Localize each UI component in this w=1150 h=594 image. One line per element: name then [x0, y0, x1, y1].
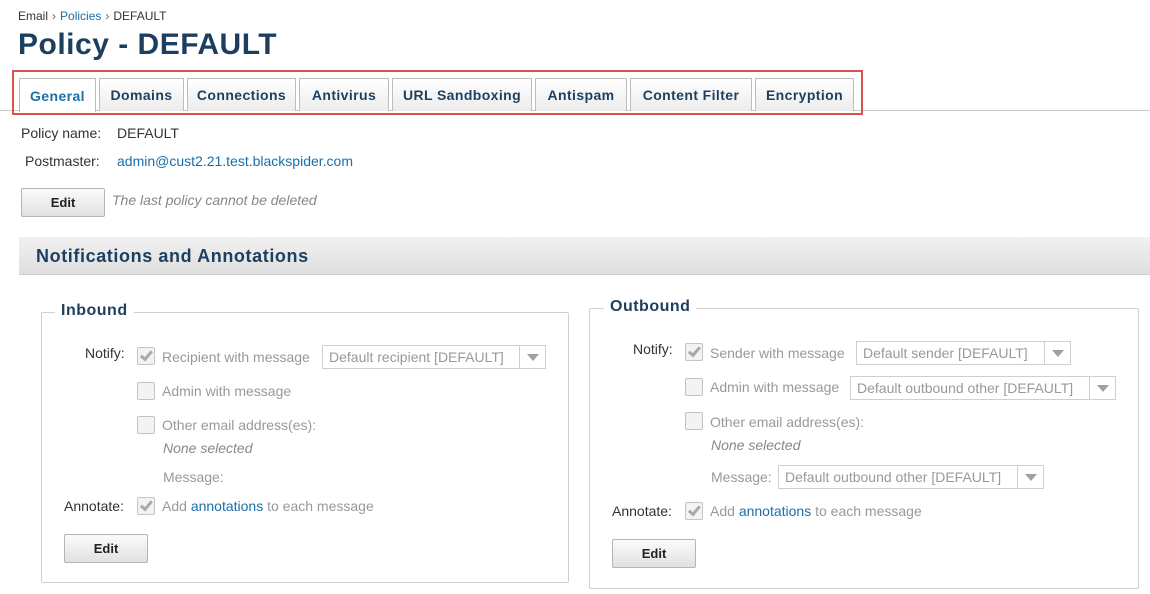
chevron-down-icon[interactable]: [519, 346, 545, 368]
outbound-edit-button[interactable]: Edit: [612, 539, 696, 568]
inbound-admin-checkbox[interactable]: [137, 382, 155, 400]
outbound-sender-select-value: Default sender [DEFAULT]: [863, 345, 1028, 361]
page-title: Policy - DEFAULT: [18, 28, 278, 61]
outbound-admin-select-value: Default outbound other [DEFAULT]: [857, 380, 1074, 396]
postmaster-link[interactable]: admin@cust2.21.test.blackspider.com: [117, 153, 353, 169]
outbound-annotate-text: Add annotations to each message: [710, 503, 922, 519]
chevron-down-icon[interactable]: [1017, 466, 1043, 488]
postmaster-label: Postmaster:: [25, 153, 100, 169]
outbound-admin-select[interactable]: Default outbound other [DEFAULT]: [850, 376, 1116, 400]
outbound-sender-label: Sender with message: [710, 345, 845, 361]
edit-policy-button[interactable]: Edit: [21, 188, 105, 217]
outbound-other-checkbox[interactable]: [685, 412, 703, 430]
tab-connections[interactable]: Connections: [187, 78, 296, 111]
outbound-message-label: Message:: [711, 469, 772, 485]
check-icon: [687, 502, 701, 517]
breadcrumb-separator: ›: [105, 9, 110, 23]
outbound-message-select[interactable]: Default outbound other [DEFAULT]: [778, 465, 1044, 489]
chevron-down-icon[interactable]: [1089, 377, 1115, 399]
delete-note: The last policy cannot be deleted: [112, 192, 317, 208]
inbound-annotate-text: Add annotations to each message: [162, 498, 374, 514]
outbound-other-label: Other email address(es):: [710, 414, 865, 430]
check-icon: [139, 497, 153, 512]
outbound-admin-checkbox[interactable]: [685, 378, 703, 396]
inbound-edit-button[interactable]: Edit: [64, 534, 148, 563]
breadcrumb-current: DEFAULT: [113, 9, 167, 23]
inbound-annotate-label: Annotate:: [64, 498, 124, 514]
outbound-annotate-checkbox[interactable]: [685, 502, 703, 520]
outbound-annotate-suffix: to each message: [815, 503, 922, 519]
outbound-annotations-link[interactable]: annotations: [739, 503, 811, 519]
breadcrumb-policies-link[interactable]: Policies: [60, 9, 101, 23]
inbound-annotate-checkbox[interactable]: [137, 497, 155, 515]
inbound-message-label: Message:: [163, 469, 224, 485]
inbound-admin-label: Admin with message: [162, 383, 292, 399]
outbound-admin-label: Admin with message: [710, 379, 840, 395]
inbound-recipient-select[interactable]: Default recipient [DEFAULT]: [322, 345, 546, 369]
tab-content-filter[interactable]: Content Filter: [630, 78, 752, 111]
outbound-legend: Outbound: [604, 298, 697, 316]
policy-name-label: Policy name:: [21, 125, 102, 141]
outbound-message-select-value: Default outbound other [DEFAULT]: [785, 469, 1002, 485]
policy-name-value: DEFAULT: [117, 125, 179, 141]
inbound-other-label: Other email address(es):: [162, 417, 317, 433]
outbound-annotate-label: Annotate:: [612, 503, 672, 519]
inbound-legend: Inbound: [55, 302, 134, 320]
tab-url-sandboxing[interactable]: URL Sandboxing: [392, 78, 532, 111]
section-title: Notifications and Annotations: [36, 246, 309, 266]
outbound-sender-select[interactable]: Default sender [DEFAULT]: [856, 341, 1071, 365]
outbound-annotate-prefix: Add: [710, 503, 735, 519]
breadcrumb-separator: ›: [52, 9, 57, 23]
check-icon: [687, 343, 701, 358]
breadcrumb-email: Email: [18, 9, 49, 23]
check-icon: [139, 347, 153, 362]
chevron-down-icon[interactable]: [1044, 342, 1070, 364]
inbound-recipient-label: Recipient with message: [162, 349, 310, 365]
inbound-annotations-link[interactable]: annotations: [191, 498, 263, 514]
inbound-none-selected: None selected: [163, 440, 253, 456]
tab-antispam[interactable]: Antispam: [535, 78, 627, 111]
outbound-notify-label: Notify:: [633, 341, 673, 357]
tab-antivirus[interactable]: Antivirus: [299, 78, 389, 111]
inbound-recipient-checkbox[interactable]: [137, 347, 155, 365]
outbound-sender-checkbox[interactable]: [685, 343, 703, 361]
tab-domains[interactable]: Domains: [99, 78, 184, 111]
breadcrumb: Email › Policies › DEFAULT: [18, 9, 167, 23]
inbound-other-checkbox[interactable]: [137, 416, 155, 434]
outbound-none-selected: None selected: [711, 437, 801, 453]
inbound-recipient-select-value: Default recipient [DEFAULT]: [329, 349, 504, 365]
inbound-annotate-prefix: Add: [162, 498, 187, 514]
inbound-notify-label: Notify:: [85, 345, 125, 361]
inbound-annotate-suffix: to each message: [267, 498, 374, 514]
tab-encryption[interactable]: Encryption: [755, 78, 854, 111]
tab-general[interactable]: General: [19, 78, 96, 112]
